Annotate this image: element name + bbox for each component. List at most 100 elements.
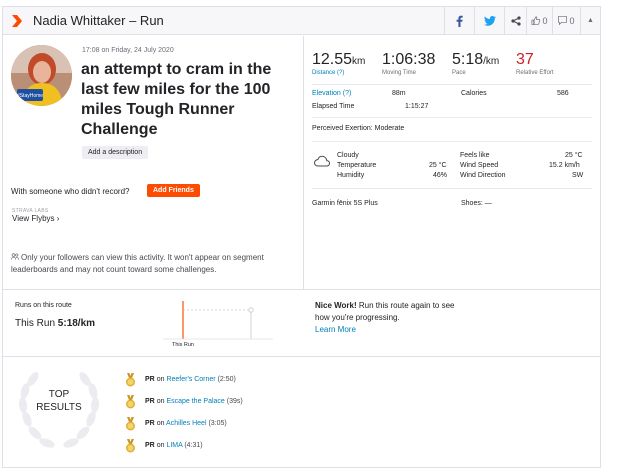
distance-unit: km [352, 56, 366, 67]
wind-direction-label: Wind Direction [460, 172, 506, 179]
facebook-icon [456, 15, 463, 27]
feels-like-label: Feels like [460, 152, 490, 159]
segment-time: (4:31) [184, 442, 203, 449]
add-description-button[interactable]: Add a description [82, 146, 149, 159]
pr-on: on [156, 442, 165, 449]
medal-icon [126, 395, 135, 409]
stat-distance: 12.55km Distance (?) [312, 51, 365, 76]
pr-badge: PR [145, 398, 155, 405]
section-divider [3, 356, 600, 357]
with-someone-text: With someone who didn't record? [11, 187, 130, 196]
medal-icon [126, 439, 135, 453]
thumbs-up-icon [532, 16, 541, 25]
comment-icon [558, 16, 568, 25]
temperature-value: 25 °C [429, 162, 447, 169]
view-flybys-link[interactable]: View Flybys › [12, 214, 59, 223]
this-run-label: This Run [15, 318, 56, 329]
segment-time: (39s) [226, 398, 243, 405]
share-icon [510, 15, 521, 26]
pr-on: on [156, 420, 165, 427]
section-divider [3, 289, 600, 290]
route-chart: This Run [163, 301, 273, 348]
kudos-count: 0 [542, 15, 548, 26]
stats-divider [312, 117, 592, 118]
header-actions: 0 0 ▲ [444, 7, 600, 34]
pace-unit: /km [483, 56, 500, 67]
route-message: Nice Work! Run this route again to see h… [315, 300, 455, 336]
comments-button[interactable]: 0 [552, 7, 580, 34]
collapse-button[interactable]: ▲ [580, 7, 600, 34]
facebook-share-button[interactable] [444, 7, 474, 34]
distance-value: 12.55 [312, 51, 353, 68]
medal-icon [126, 373, 135, 387]
top-results-line2: RESULTS [36, 402, 82, 413]
calories-label: Calories [461, 90, 487, 97]
distance-label[interactable]: Distance (?) [312, 70, 365, 76]
stats-divider [312, 141, 592, 142]
segment-time: (3:05) [208, 420, 227, 427]
shoes-info: Shoes: — [461, 200, 492, 207]
avatar-image: #StayHome [11, 45, 72, 106]
activity-datetime: 17:08 on Friday, 24 July 2020 [82, 47, 174, 54]
pr-badge: PR [145, 442, 155, 449]
cloud-icon [314, 155, 330, 167]
chevron-right-small-icon: › [56, 214, 60, 223]
calories-value: 586 [557, 90, 569, 97]
pace-label: Pace [452, 70, 466, 76]
humidity-label: Humidity [337, 172, 365, 179]
avatar-caption: #StayHome [17, 93, 43, 99]
privacy-text: Only your followers can view this activi… [11, 253, 264, 274]
column-divider [303, 36, 304, 290]
avatar[interactable]: #StayHome [11, 45, 72, 106]
segment-link[interactable]: Escape the Palace [166, 398, 224, 405]
this-run-pace: This Run 5:18/km [15, 318, 95, 329]
this-run-pace-value: 5:18/km [57, 318, 96, 329]
relative-effort-label: Relative Effort [516, 70, 554, 76]
pr-on: on [156, 398, 165, 405]
people-icon [10, 252, 21, 264]
view-flybys-label: View Flybys [12, 214, 55, 223]
pr-badge: PR [145, 420, 155, 427]
segment-time: (2:50) [217, 376, 236, 383]
activity-card: Nadia Whittaker – Run 0 0 ▲ #StayHome 17… [2, 6, 601, 468]
segment-link[interactable]: Reefer's Corner [166, 376, 215, 383]
caret-up-icon: ▲ [587, 17, 594, 24]
pr-on: on [156, 376, 165, 383]
page-title: Nadia Whittaker – Run [33, 13, 164, 28]
segment-link[interactable]: Achilles Heel [166, 420, 206, 427]
wind-direction-value: SW [572, 172, 584, 179]
add-friends-button[interactable]: Add Friends [147, 184, 200, 197]
top-results-title: TOP RESULTS [29, 388, 89, 414]
route-label: Runs on this route [15, 302, 72, 309]
elevation-label[interactable]: Elevation (?) [312, 90, 351, 97]
activity-header: Nadia Whittaker – Run 0 0 ▲ [3, 7, 600, 35]
moving-time-label: Moving Time [382, 70, 417, 76]
humidity-value: 46% [433, 172, 448, 179]
top-results-line1: TOP [48, 389, 70, 400]
share-button[interactable] [504, 7, 526, 34]
pr-badge: PR [145, 376, 155, 383]
comments-count: 0 [569, 15, 575, 26]
twitter-share-button[interactable] [474, 7, 504, 34]
privacy-notice: Only your followers can view this activi… [10, 252, 296, 276]
chevron-right-icon [12, 15, 22, 27]
activity-name[interactable]: an attempt to cram in the last few miles… [81, 60, 291, 140]
feels-like-value: 25 °C [565, 152, 583, 159]
learn-more-link[interactable]: Learn More [315, 325, 356, 334]
relative-effort-value: 37 [516, 51, 534, 68]
stat-relative-effort[interactable]: 37 Relative Effort [516, 51, 554, 76]
route-chart-label: This Run [172, 342, 194, 348]
weather-condition: Cloudy [337, 152, 359, 159]
medal-icon [126, 417, 135, 431]
stat-pace: 5:18/km Pace [452, 51, 499, 76]
segment-link[interactable]: LIMA [166, 442, 182, 449]
twitter-icon [483, 15, 496, 26]
stats-divider [312, 188, 592, 189]
wind-speed-value: 15.2 km/h [549, 162, 580, 169]
elapsed-time-value: 1:15:27 [405, 103, 429, 110]
route-marker-dot [248, 307, 254, 313]
elapsed-time-label: Elapsed Time [312, 103, 355, 110]
device-name: Garmin fēnix 5S Plus [312, 200, 378, 207]
nice-work-label: Nice Work! [315, 301, 357, 310]
kudos-button[interactable]: 0 [526, 7, 552, 34]
